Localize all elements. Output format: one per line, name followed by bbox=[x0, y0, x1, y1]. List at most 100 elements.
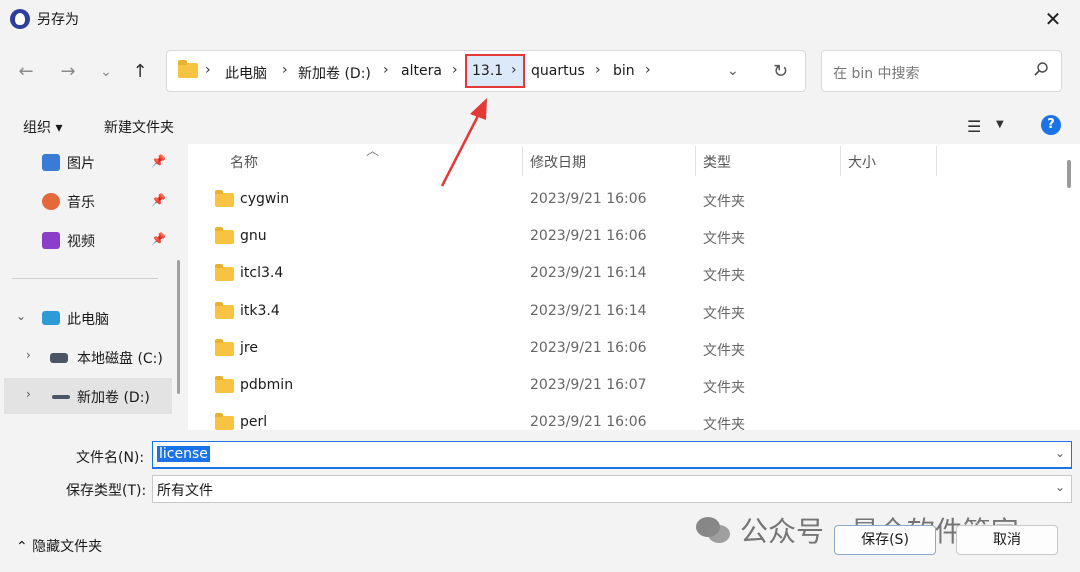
breadcrumb-separator[interactable]: › bbox=[645, 62, 651, 78]
file-name: itcl3.4 bbox=[240, 265, 284, 281]
app-icon bbox=[10, 9, 30, 29]
table-row[interactable]: gnu 2023/9/21 16:06 文件夹 bbox=[188, 219, 1068, 256]
file-type: 文件夹 bbox=[703, 231, 745, 247]
folder-icon bbox=[178, 60, 198, 78]
column-header-name[interactable]: 名称 bbox=[230, 152, 258, 172]
help-icon[interactable]: ? bbox=[1041, 115, 1061, 135]
pin-icon[interactable]: 📌 bbox=[151, 193, 166, 207]
folder-icon bbox=[215, 376, 234, 393]
save-button[interactable]: 保存(S) bbox=[834, 525, 936, 555]
column-divider[interactable] bbox=[695, 146, 696, 176]
sidebar-item-videos[interactable]: 视频 📌 bbox=[0, 222, 170, 258]
breadcrumb-separator[interactable]: › bbox=[452, 62, 458, 78]
new-folder-button[interactable]: 新建文件夹 bbox=[104, 117, 174, 137]
breadcrumb-separator[interactable]: › bbox=[282, 62, 288, 78]
sidebar-item-music[interactable]: 音乐 📌 bbox=[0, 183, 170, 219]
music-icon bbox=[42, 193, 60, 210]
wechat-icon bbox=[696, 517, 730, 543]
hide-folders-toggle[interactable]: ⌃ 隐藏文件夹 bbox=[16, 536, 102, 556]
column-divider[interactable] bbox=[522, 146, 523, 176]
column-divider[interactable] bbox=[840, 146, 841, 176]
breadcrumb-separator[interactable]: › bbox=[595, 62, 601, 78]
column-header-modified[interactable]: 修改日期 bbox=[530, 152, 586, 172]
view-dropdown-icon[interactable]: ▼ bbox=[996, 119, 1004, 130]
up-button[interactable]: ↑ bbox=[126, 59, 154, 85]
computer-icon bbox=[42, 311, 60, 325]
table-row[interactable]: jre 2023/9/21 16:06 文件夹 bbox=[188, 331, 1068, 368]
videos-icon bbox=[42, 232, 60, 249]
expand-chevron-icon[interactable]: › bbox=[26, 387, 31, 401]
title-bar: 另存为 ✕ bbox=[0, 0, 1080, 38]
filename-value[interactable]: license bbox=[157, 446, 210, 462]
chevron-down-icon[interactable]: ⌄ bbox=[1055, 480, 1065, 494]
expand-chevron-icon[interactable]: › bbox=[26, 348, 31, 362]
table-row[interactable]: perl 2023/9/21 16:06 文件夹 bbox=[188, 405, 1068, 430]
folder-icon bbox=[215, 227, 234, 244]
filename-label: 文件名(N): bbox=[76, 450, 145, 466]
table-row[interactable]: itcl3.4 2023/9/21 16:14 文件夹 bbox=[188, 256, 1068, 293]
sidebar-item-drive-d[interactable]: › 新加卷 (D:) bbox=[4, 378, 172, 414]
folder-icon bbox=[215, 339, 234, 356]
cancel-button[interactable]: 取消 bbox=[956, 525, 1058, 555]
column-header-type[interactable]: 类型 bbox=[703, 152, 731, 172]
file-modified: 2023/9/21 16:06 bbox=[530, 340, 647, 356]
refresh-icon[interactable]: ↻ bbox=[773, 61, 788, 82]
close-button[interactable]: ✕ bbox=[1040, 6, 1066, 32]
sidebar-item-pictures[interactable]: 图片 📌 bbox=[0, 144, 170, 180]
column-header-size[interactable]: 大小 bbox=[848, 152, 876, 172]
file-modified: 2023/9/21 16:06 bbox=[530, 191, 647, 207]
column-divider[interactable] bbox=[936, 146, 937, 176]
navigation-pane: 图片 📌 音乐 📌 视频 📌 ⌄ 此电脑 › 本地磁盘 (C:) › 新加卷 (… bbox=[0, 144, 188, 430]
breadcrumb-separator[interactable]: › bbox=[205, 62, 211, 78]
file-type: 文件夹 bbox=[703, 417, 745, 430]
drive-icon bbox=[52, 395, 70, 399]
view-icon[interactable]: ☰ bbox=[967, 117, 981, 136]
breadcrumb-separator[interactable]: › bbox=[511, 62, 517, 78]
folder-icon bbox=[215, 413, 234, 430]
pin-icon[interactable]: 📌 bbox=[151, 232, 166, 246]
file-modified: 2023/9/21 16:14 bbox=[530, 265, 647, 281]
back-button[interactable]: ← bbox=[12, 59, 40, 85]
breadcrumb-item[interactable]: altera bbox=[401, 63, 442, 79]
save-panel: 文件名(N): license ⌄ 保存类型(T): 所有文件 ⌄ ⌃ 隐藏文件… bbox=[0, 430, 1080, 572]
search-input[interactable]: 在 bin 中搜索 bbox=[821, 50, 1062, 92]
folder-icon bbox=[215, 302, 234, 319]
organize-button[interactable]: 组织 ▾ bbox=[23, 117, 62, 137]
filetype-select[interactable]: 所有文件 ⌄ bbox=[152, 475, 1072, 503]
window-title: 另存为 bbox=[37, 12, 79, 28]
file-name: pdbmin bbox=[240, 377, 294, 393]
file-modified: 2023/9/21 16:14 bbox=[530, 303, 647, 319]
pin-icon[interactable]: 📌 bbox=[151, 154, 166, 168]
recent-locations-button[interactable]: ⌄ bbox=[92, 59, 120, 85]
sidebar-scrollbar[interactable] bbox=[177, 260, 180, 394]
table-row[interactable]: cygwin 2023/9/21 16:06 文件夹 bbox=[188, 182, 1068, 219]
sidebar-item-label: 音乐 bbox=[67, 195, 95, 211]
breadcrumb-item[interactable]: 此电脑 bbox=[225, 63, 267, 83]
breadcrumb-item[interactable]: bin bbox=[613, 63, 635, 79]
sidebar-item-this-pc[interactable]: ⌄ 此电脑 bbox=[0, 300, 170, 336]
expand-chevron-icon[interactable]: ⌄ bbox=[16, 309, 26, 323]
file-name: cygwin bbox=[240, 191, 290, 207]
filetype-label: 保存类型(T): bbox=[66, 483, 147, 499]
breadcrumb-item[interactable]: quartus bbox=[531, 63, 585, 79]
file-name: jre bbox=[240, 340, 258, 356]
file-list-scrollbar[interactable] bbox=[1067, 160, 1071, 188]
forward-button[interactable]: → bbox=[54, 59, 82, 85]
chevron-down-icon[interactable]: ⌄ bbox=[727, 63, 739, 79]
breadcrumb-item[interactable]: 新加卷 (D:) bbox=[298, 63, 371, 83]
address-row: ← → ⌄ ↑ › 此电脑 › 新加卷 (D:) › altera › 13.1… bbox=[0, 38, 1080, 106]
folder-icon bbox=[215, 190, 234, 207]
table-row[interactable]: pdbmin 2023/9/21 16:07 文件夹 bbox=[188, 368, 1068, 405]
file-modified: 2023/9/21 16:07 bbox=[530, 377, 647, 393]
sidebar-item-label: 视频 bbox=[67, 234, 95, 250]
sidebar-item-drive-c[interactable]: › 本地磁盘 (C:) bbox=[0, 339, 170, 375]
sidebar-item-label: 新加卷 (D:) bbox=[77, 390, 150, 406]
chevron-down-icon[interactable]: ⌄ bbox=[1055, 446, 1065, 460]
address-bar[interactable]: › 此电脑 › 新加卷 (D:) › altera › 13.1 › quart… bbox=[166, 50, 806, 92]
file-type: 文件夹 bbox=[703, 343, 745, 359]
breadcrumb-item[interactable]: 13.1 bbox=[472, 63, 503, 79]
filename-input[interactable]: license ⌄ bbox=[152, 441, 1072, 469]
file-name: gnu bbox=[240, 228, 267, 244]
breadcrumb-separator[interactable]: › bbox=[383, 62, 389, 78]
table-row[interactable]: itk3.4 2023/9/21 16:14 文件夹 bbox=[188, 294, 1068, 331]
